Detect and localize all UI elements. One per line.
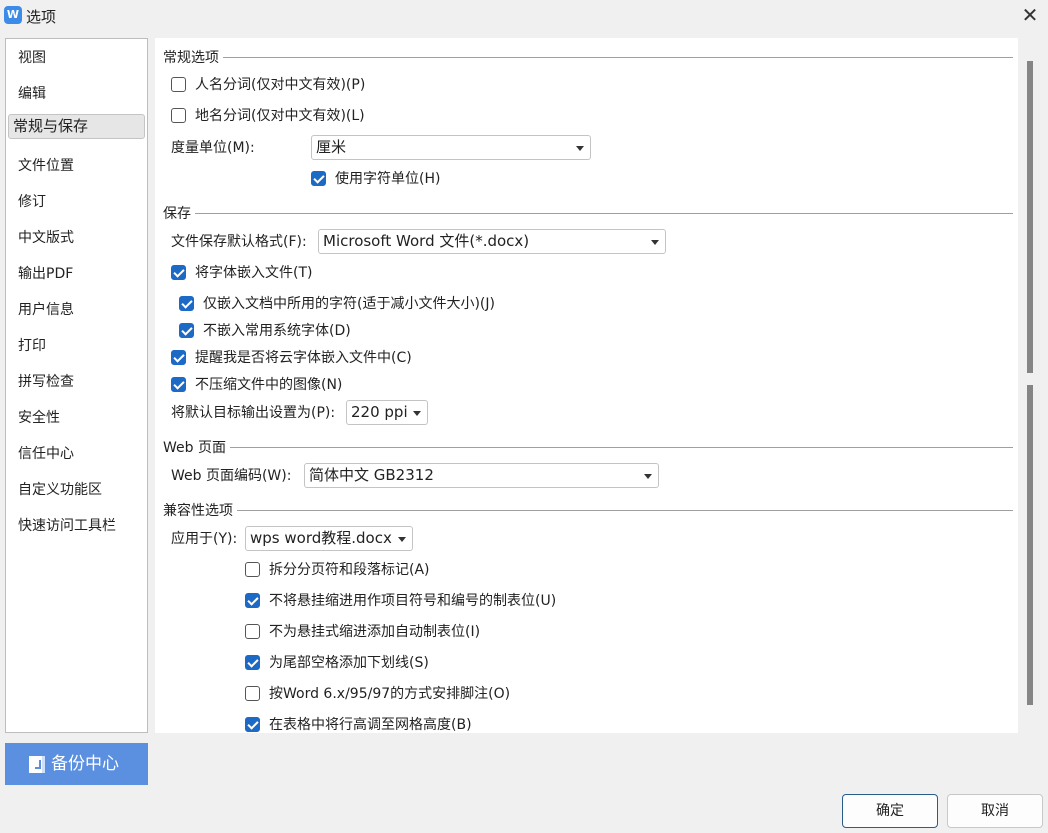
- unit-label: 度量单位(M):: [171, 140, 255, 156]
- cancel-button[interactable]: 取消: [947, 794, 1043, 828]
- option-label: 拆分分页符和段落标记(A): [269, 562, 430, 578]
- ppi-select[interactable]: 220 ppi: [346, 400, 428, 425]
- option-label: 人名分词(仅对中文有效)(P): [195, 77, 366, 93]
- option-label: 为尾部空格添加下划线(S): [269, 655, 429, 671]
- format-label: 文件保存默认格式(F):: [171, 234, 307, 250]
- unit-select[interactable]: 厘米: [311, 135, 591, 160]
- compat-option[interactable]: 不将悬挂缩进用作项目符号和编号的制表位(U): [245, 588, 556, 612]
- option-label: 不嵌入常用系统字体(D): [203, 323, 351, 339]
- sidebar-item[interactable]: 输出PDF: [8, 258, 145, 290]
- checkbox[interactable]: [245, 685, 260, 701]
- ok-button[interactable]: 确定: [842, 794, 938, 828]
- checkbox[interactable]: [245, 592, 260, 608]
- select-value: 220 ppi: [351, 403, 408, 421]
- sidebar-item[interactable]: 安全性: [8, 402, 145, 434]
- backup-icon: [29, 756, 45, 773]
- person-name-seg-option[interactable]: 人名分词(仅对中文有效)(P): [171, 72, 365, 96]
- section-title: 兼容性选项: [163, 503, 233, 519]
- scrollbar-track-lower[interactable]: [1027, 385, 1033, 705]
- sidebar-item[interactable]: 中文版式: [8, 222, 145, 254]
- sidebar-item[interactable]: 信任中心: [8, 438, 145, 470]
- sidebar-item[interactable]: 拼写检查: [8, 366, 145, 398]
- remind-cloud-fonts-option[interactable]: 提醒我是否将云字体嵌入文件中(C): [171, 345, 412, 369]
- option-label: 使用字符单位(H): [335, 171, 441, 187]
- scrollbar-thumb[interactable]: [1027, 61, 1033, 373]
- compat-option[interactable]: 不为悬挂式缩进添加自动制表位(I): [245, 619, 480, 643]
- checkbox[interactable]: [171, 264, 186, 280]
- sidebar-item[interactable]: 视图: [8, 42, 145, 74]
- option-label: 在表格中将行高调至网格高度(B): [269, 717, 472, 733]
- section-title: 常规选项: [163, 50, 219, 66]
- wps-app-icon: W: [4, 6, 22, 24]
- compat-option[interactable]: 在表格中将行高调至网格高度(B): [245, 712, 472, 736]
- option-label: 提醒我是否将云字体嵌入文件中(C): [195, 350, 412, 366]
- checkbox[interactable]: [171, 76, 186, 92]
- title-bar: W 选项 ✕: [0, 0, 1048, 32]
- apply-label: 应用于(Y):: [171, 531, 238, 547]
- section-general: 常规选项: [163, 47, 1013, 67]
- option-label: 仅嵌入文档中所用的字符(适于减小文件大小)(J): [203, 296, 495, 312]
- compat-option[interactable]: 为尾部空格添加下划线(S): [245, 650, 429, 674]
- option-label: 地名分词(仅对中文有效)(L): [195, 108, 365, 124]
- checkbox[interactable]: [245, 623, 260, 639]
- dropdown-arrow-icon: [644, 474, 652, 479]
- compat-option[interactable]: 按Word 6.x/95/97的方式安排脚注(O): [245, 681, 510, 705]
- option-label: 不将悬挂缩进用作项目符号和编号的制表位(U): [269, 593, 557, 609]
- select-value: Microsoft Word 文件(*.docx): [323, 232, 530, 250]
- sidebar-item[interactable]: 文件位置: [8, 150, 145, 182]
- dropdown-arrow-icon: [651, 240, 659, 245]
- window-title: 选项: [26, 8, 57, 26]
- sidebar-item[interactable]: 编辑: [8, 78, 145, 110]
- no-compress-images-option[interactable]: 不压缩文件中的图像(N): [171, 372, 342, 396]
- sidebar: 视图编辑常规与保存文件位置修订中文版式输出PDF 用户信息打印拼写检查安全性信任中…: [5, 38, 148, 733]
- dropdown-arrow-icon: [576, 146, 584, 151]
- format-select[interactable]: Microsoft Word 文件(*.docx): [318, 229, 666, 254]
- ppi-label: 将默认目标输出设置为(P):: [171, 405, 336, 421]
- encoding-select[interactable]: 简体中文 GB2312: [304, 463, 659, 488]
- section-title: Web 页面: [163, 440, 226, 456]
- select-value: 简体中文 GB2312: [309, 466, 434, 484]
- option-label: 不为悬挂式缩进添加自动制表位(I): [269, 624, 481, 640]
- checkbox[interactable]: [311, 170, 326, 186]
- embed-used-chars-option[interactable]: 仅嵌入文档中所用的字符(适于减小文件大小)(J): [179, 291, 495, 315]
- apply-select[interactable]: wps word教程.docx: [245, 526, 413, 551]
- compat-option[interactable]: 拆分分页符和段落标记(A): [245, 557, 430, 581]
- place-name-seg-option[interactable]: 地名分词(仅对中文有效)(L): [171, 103, 365, 127]
- section-title: 保存: [163, 206, 191, 222]
- checkbox[interactable]: [179, 322, 194, 338]
- option-label: 按Word 6.x/95/97的方式安排脚注(O): [269, 686, 511, 702]
- encoding-label: Web 页面编码(W):: [171, 468, 292, 484]
- checkbox[interactable]: [179, 295, 194, 311]
- backup-center-button[interactable]: 备份中心: [5, 743, 148, 785]
- dropdown-arrow-icon: [413, 411, 421, 416]
- select-value: wps word教程.docx: [250, 529, 392, 547]
- checkbox[interactable]: [245, 561, 260, 577]
- section-compat: 兼容性选项: [163, 500, 1013, 520]
- checkbox[interactable]: [171, 107, 186, 123]
- dropdown-arrow-icon: [398, 537, 406, 542]
- sidebar-item[interactable]: 自定义功能区: [8, 474, 145, 506]
- embed-fonts-option[interactable]: 将字体嵌入文件(T): [171, 260, 312, 284]
- sidebar-item[interactable]: 修订: [8, 186, 145, 218]
- no-system-fonts-option[interactable]: 不嵌入常用系统字体(D): [179, 318, 351, 342]
- sidebar-item[interactable]: 用户信息: [8, 294, 145, 326]
- sidebar-item[interactable]: 常规与保存: [8, 114, 145, 139]
- checkbox[interactable]: [245, 654, 260, 670]
- sidebar-item[interactable]: 打印: [8, 330, 145, 362]
- checkbox[interactable]: [245, 716, 260, 732]
- section-save: 保存: [163, 203, 1013, 223]
- section-web: Web 页面: [163, 437, 1013, 457]
- checkbox[interactable]: [171, 376, 186, 392]
- scrollbar[interactable]: [1020, 38, 1040, 733]
- close-icon[interactable]: ✕: [1018, 2, 1042, 28]
- option-label: 将字体嵌入文件(T): [195, 265, 313, 281]
- backup-label: 备份中心: [51, 754, 119, 774]
- use-char-unit-option[interactable]: 使用字符单位(H): [311, 166, 440, 190]
- option-label: 不压缩文件中的图像(N): [195, 377, 343, 393]
- select-value: 厘米: [316, 138, 347, 156]
- checkbox[interactable]: [171, 349, 186, 365]
- sidebar-item[interactable]: 快速访问工具栏: [8, 510, 145, 542]
